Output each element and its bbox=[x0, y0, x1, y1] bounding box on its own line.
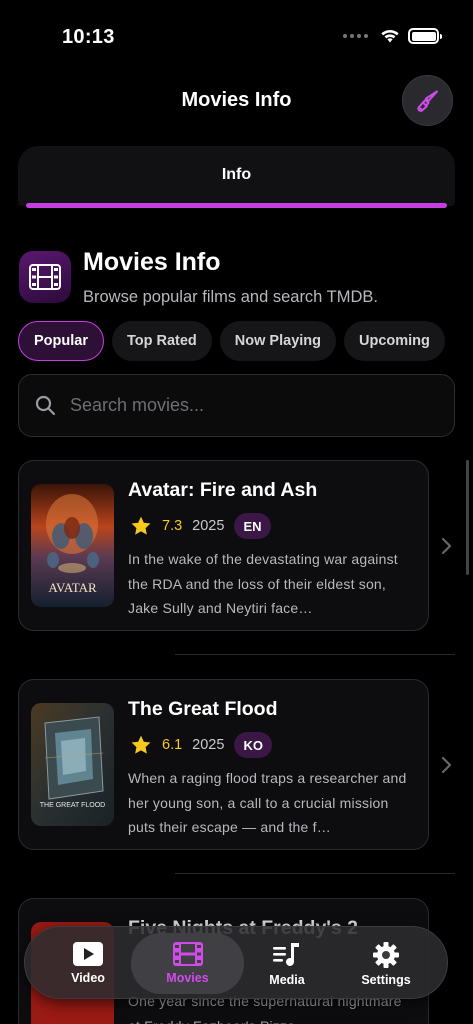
tab-label: Media bbox=[269, 973, 305, 987]
tab-settings[interactable]: Settings bbox=[333, 933, 439, 994]
filter-top-rated[interactable]: Top Rated bbox=[111, 321, 212, 361]
tab-media[interactable]: Media bbox=[234, 933, 340, 994]
movie-card[interactable]: AVATAR Avatar: Fire and Ash 7.3 2025 EN … bbox=[18, 460, 429, 631]
movie-overview: In the wake of the devastating war again… bbox=[128, 551, 398, 616]
segment-indicator bbox=[26, 203, 447, 208]
chevron-right-icon[interactable] bbox=[440, 537, 452, 555]
chevron-right-icon[interactable] bbox=[440, 756, 452, 774]
page-subtitle: Browse popular films and search TMDB. bbox=[83, 288, 378, 306]
filter-now-playing[interactable]: Now Playing bbox=[219, 321, 337, 361]
status-bar: 10:13 bbox=[0, 0, 473, 70]
divider bbox=[175, 873, 455, 874]
signal-icon bbox=[343, 34, 368, 38]
wifi-icon bbox=[381, 29, 399, 42]
gear-icon bbox=[373, 942, 399, 968]
tab-label: Video bbox=[71, 971, 105, 985]
movie-rating: 7.3 bbox=[162, 518, 183, 534]
tab-video[interactable]: Video bbox=[35, 933, 141, 994]
movie-card[interactable]: THE GREAT FLOOD The Great Flood 6.1 2025… bbox=[18, 679, 429, 850]
poster-title-text: AVATAR bbox=[48, 580, 97, 595]
play-icon bbox=[73, 942, 103, 966]
status-time: 10:13 bbox=[62, 26, 115, 48]
film-icon bbox=[172, 942, 203, 966]
movie-title: The Great Flood bbox=[128, 698, 278, 720]
battery-icon bbox=[408, 28, 442, 44]
tab-label: Movies bbox=[166, 971, 209, 985]
tab-label: Settings bbox=[361, 973, 411, 987]
segmented-control[interactable]: Info bbox=[18, 146, 455, 206]
segment-info[interactable]: Info bbox=[18, 166, 455, 184]
filter-chips: Popular Top Rated Now Playing Upcoming bbox=[18, 321, 445, 361]
film-icon bbox=[29, 264, 61, 290]
search-input[interactable] bbox=[70, 395, 410, 416]
filter-popular[interactable]: Popular bbox=[18, 321, 104, 361]
divider bbox=[175, 654, 455, 655]
scroll-indicator[interactable] bbox=[466, 460, 469, 575]
movie-overview: When a raging flood traps a researcher a… bbox=[128, 770, 407, 835]
movie-poster: THE GREAT FLOOD bbox=[31, 703, 114, 826]
search-bar[interactable] bbox=[18, 374, 455, 437]
movie-rating: 6.1 bbox=[162, 737, 183, 753]
movie-meta: 7.3 2025 EN bbox=[130, 513, 271, 539]
filter-upcoming[interactable]: Upcoming bbox=[344, 321, 445, 361]
star-icon bbox=[131, 735, 151, 754]
music-list-icon bbox=[273, 943, 299, 966]
movie-poster: AVATAR bbox=[31, 484, 114, 607]
paintbrush-icon bbox=[416, 90, 438, 112]
movies-header-icon bbox=[19, 251, 71, 303]
movie-year: 2025 bbox=[192, 737, 225, 753]
movie-title: Avatar: Fire and Ash bbox=[128, 479, 318, 501]
theme-button[interactable] bbox=[402, 75, 453, 126]
search-icon bbox=[35, 395, 56, 416]
status-icons bbox=[343, 28, 442, 44]
language-badge: EN bbox=[234, 513, 271, 539]
movie-meta: 6.1 2025 KO bbox=[130, 732, 272, 758]
poster-title-text: THE GREAT FLOOD bbox=[40, 802, 105, 809]
language-badge: KO bbox=[234, 732, 272, 758]
page-title: Movies Info bbox=[83, 248, 221, 276]
tab-movies[interactable]: Movies bbox=[131, 933, 244, 994]
tab-bar: Video Movies Media Settings bbox=[24, 926, 448, 999]
star-icon bbox=[131, 516, 151, 535]
movie-year: 2025 bbox=[192, 518, 225, 534]
